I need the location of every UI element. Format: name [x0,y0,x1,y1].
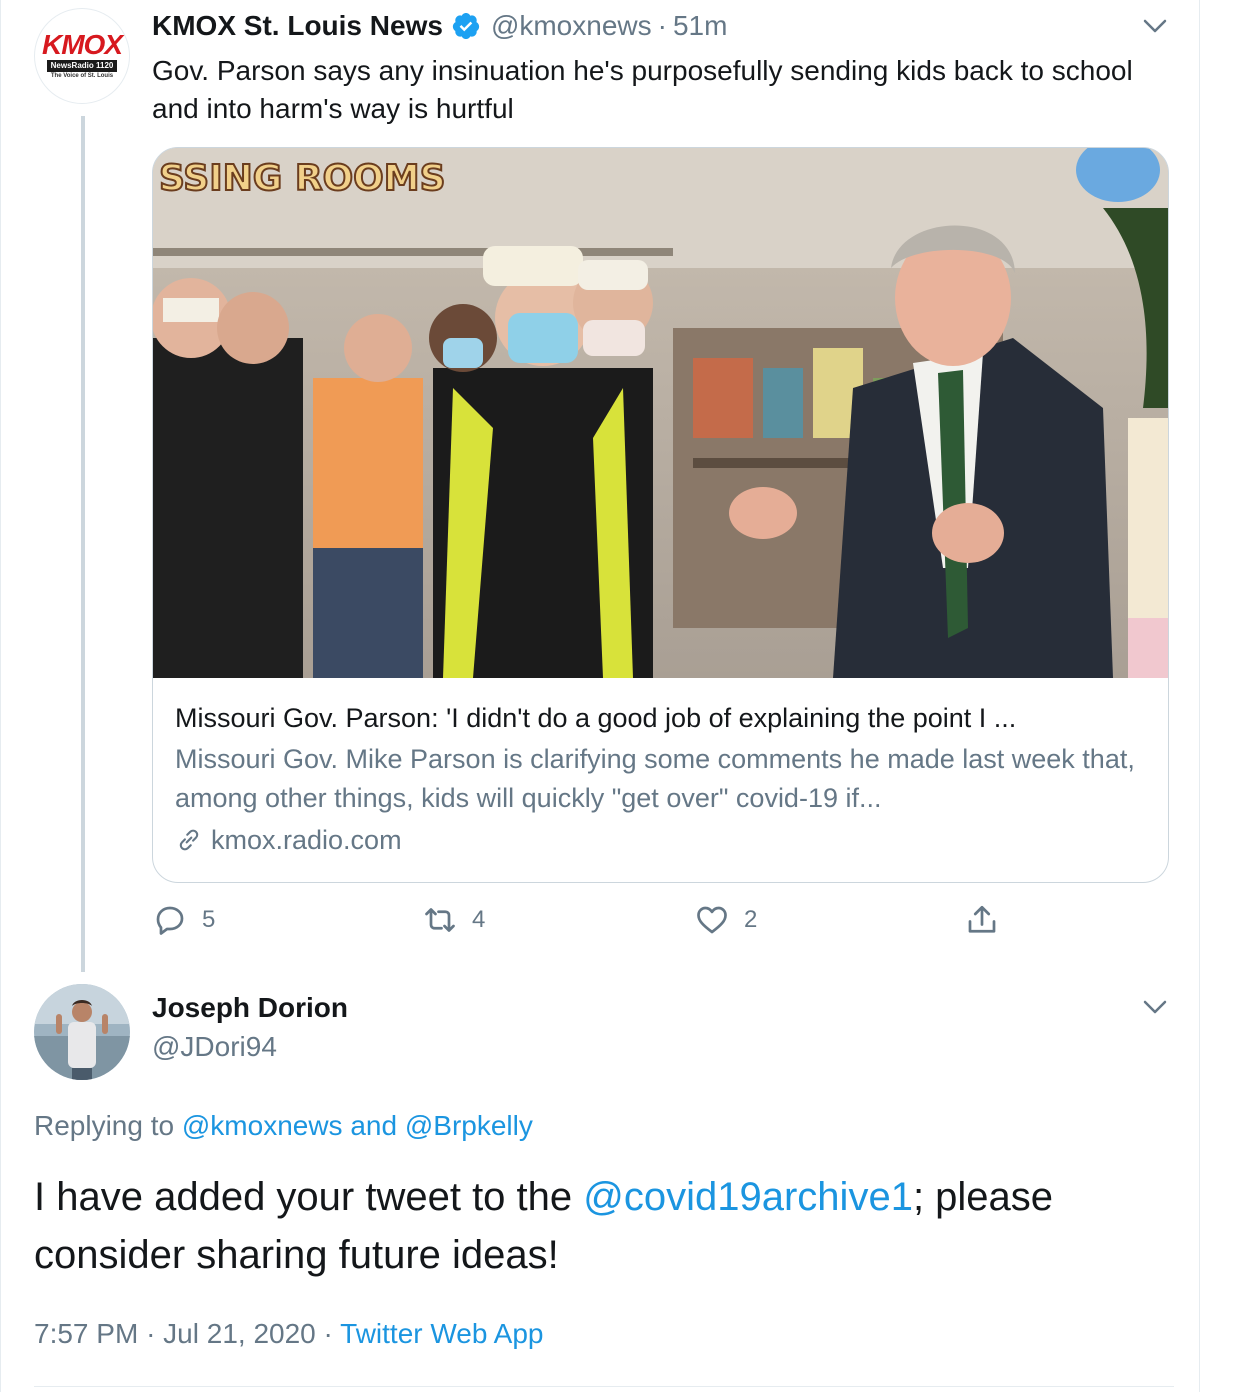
chevron-down-icon[interactable] [1141,16,1169,36]
reply-action[interactable]: 5 [152,902,215,938]
card-domain-text: kmox.radio.com [211,825,402,855]
link-preview-card[interactable]: SSING ROOMS Missouri Gov. Parson: 'I did… [152,147,1169,883]
card-description: Missouri Gov. Mike Parson is clarifying … [175,744,1135,813]
kmox-logo-tagline: The Voice of St. Louis [50,73,114,79]
joseph-avatar[interactable] [34,984,130,1080]
store-sign-text: SSING ROOMS [159,158,446,199]
link-icon [179,829,199,851]
reply-count: 5 [202,906,216,933]
tweet-text: Gov. Parson says any insinuation he's pu… [152,55,1133,124]
avatar-photo [34,984,130,1080]
reply-text-start: I have added your tweet to the [34,1175,584,1219]
retweet-icon [425,908,455,932]
heart-icon [697,906,727,934]
retweet-action[interactable]: 4 [422,902,485,938]
tweet-time[interactable]: 7:57 PM [34,1318,138,1349]
share-action[interactable] [964,902,1000,938]
card-title: Missouri Gov. Parson: 'I didn't do a goo… [175,703,1017,733]
reply-tweet-text: I have added your tweet to the @covid19a… [34,1168,1174,1284]
user-handle[interactable]: @JDori94 [152,1031,277,1063]
replying-and[interactable]: and [343,1110,405,1141]
separator-dot: · [657,10,667,41]
tweet-date[interactable]: Jul 21, 2020 [163,1318,316,1349]
share-icon [968,905,996,933]
separator-dot: · [323,1318,333,1349]
replying-to-line: Replying to @kmoxnews and @Brpkelly [34,1110,533,1142]
tweet-header: KMOX St. Louis News @kmoxnews · 51m [152,6,727,46]
mention-link-brpkelly[interactable]: @Brpkelly [405,1110,533,1141]
display-name[interactable]: Joseph Dorion [152,992,348,1024]
kmox-logo-text: KMOX [42,29,123,60]
chevron-down-icon[interactable] [1141,997,1169,1017]
tweet-timestamp[interactable]: 51m [673,10,727,42]
mention-link-covid19archive1[interactable]: @covid19archive1 [583,1175,913,1219]
display-name[interactable]: KMOX St. Louis News [152,10,443,42]
thread-connector-line [81,116,85,972]
card-domain: kmox.radio.com [175,820,1150,860]
replying-prefix: Replying to [34,1110,182,1141]
separator-dot: · [146,1318,156,1349]
kmox-logo-band: NewsRadio 1120 [46,60,118,72]
like-action[interactable]: 2 [694,902,757,938]
card-image: SSING ROOMS [153,148,1168,678]
like-count: 2 [744,906,758,933]
retweet-count: 4 [472,906,486,933]
tweet-actions: 5 4 2 [152,902,1172,946]
verified-badge-icon [452,13,480,40]
divider [34,1386,1174,1387]
reply-icon [156,906,184,935]
card-body: Missouri Gov. Parson: 'I didn't do a goo… [175,698,1150,860]
user-handle[interactable]: @kmoxnews [491,10,652,42]
tweet-metadata: 7:57 PM · Jul 21, 2020 · Twitter Web App [34,1318,544,1350]
mention-link-kmoxnews[interactable]: @kmoxnews [182,1110,343,1141]
tweet-source-link[interactable]: Twitter Web App [340,1318,543,1349]
kmox-avatar[interactable]: KMOX NewsRadio 1120 The Voice of St. Lou… [34,8,130,104]
